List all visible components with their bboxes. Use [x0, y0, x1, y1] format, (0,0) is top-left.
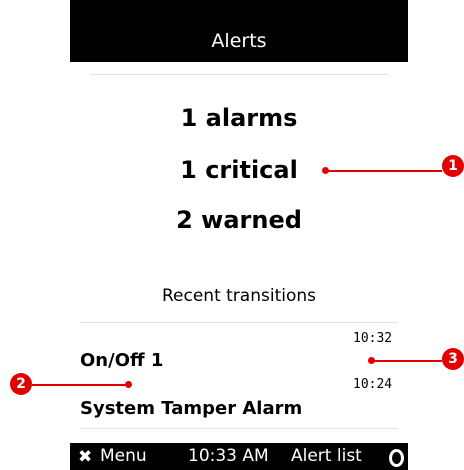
page-title: Alerts — [211, 30, 267, 52]
callout-badge-2: 2 — [10, 373, 32, 395]
divider-top — [90, 74, 388, 75]
title-bar: Alerts — [70, 0, 408, 62]
divider-recent — [80, 322, 398, 323]
warned-count: 2 warned — [176, 206, 302, 234]
x-icon[interactable]: ✖ — [78, 447, 92, 467]
transition-time: 10:32 — [353, 331, 393, 346]
o-icon[interactable] — [389, 449, 404, 467]
menu-button[interactable]: Menu — [100, 446, 147, 466]
callout-badge-1: 1 — [442, 155, 464, 177]
alarms-count: 1 alarms — [180, 104, 298, 132]
alert-list-button[interactable]: Alert list — [291, 446, 362, 466]
recent-transitions-heading: Recent transitions — [161, 286, 316, 306]
clock-time: 10:33 AM — [188, 446, 269, 466]
callout-line-2 — [32, 384, 126, 386]
callout-line-3 — [374, 360, 442, 362]
bottom-bar: ✖ Menu 10:33 AM Alert list — [70, 443, 408, 470]
callout-badge-3: 3 — [442, 348, 464, 370]
transition-time: 10:24 — [353, 377, 393, 392]
callout-dot-2 — [125, 381, 132, 388]
divider-bottom — [80, 428, 398, 429]
callout-line-1 — [328, 170, 442, 172]
transition-name: System Tamper Alarm — [80, 398, 303, 419]
transition-name: On/Off 1 — [80, 350, 164, 371]
device-screen: Alerts 1 alarms 1 critical 2 warned Rece… — [70, 0, 408, 470]
